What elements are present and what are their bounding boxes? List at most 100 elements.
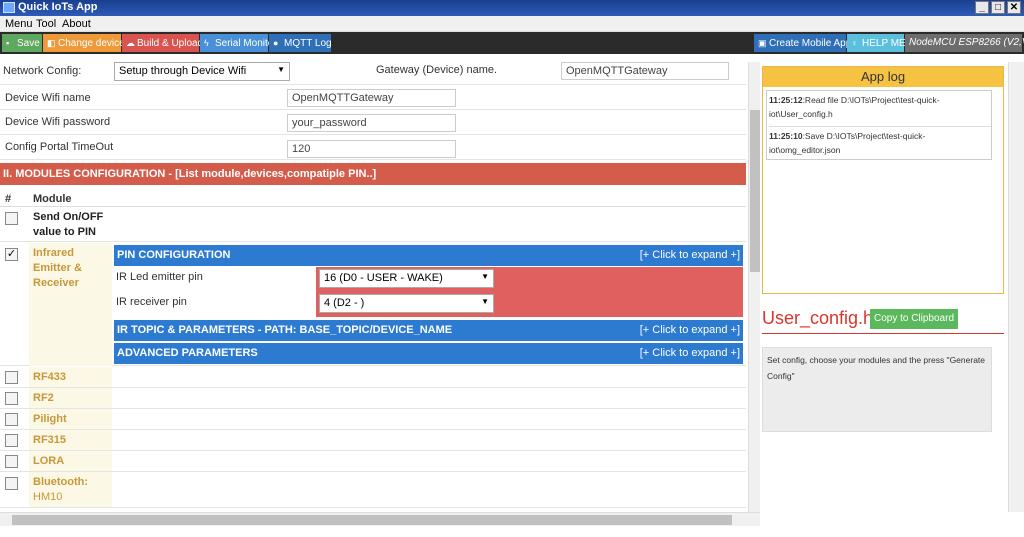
- network-row: Network Config: Setup through Device Wif…: [0, 62, 746, 85]
- wifi-password-row: Device Wifi password your_password: [0, 111, 746, 135]
- chat-icon: ●: [273, 38, 279, 48]
- minimize-icon[interactable]: _: [975, 1, 989, 14]
- infrared-checkbox[interactable]: ✓: [5, 248, 18, 261]
- advanced-params-bar[interactable]: ADVANCED PARAMETERS [+ Click to expand +]: [114, 343, 743, 364]
- gateway-name-input[interactable]: OpenMQTTGateway: [561, 62, 729, 80]
- change-device-button[interactable]: ◧ Change device: [43, 34, 125, 52]
- rf315-label: RF315: [33, 434, 67, 446]
- rf2-checkbox[interactable]: [5, 392, 18, 405]
- ir-receiver-select[interactable]: 4 (D2 - ) ▼: [319, 294, 494, 313]
- module-row-rf433: RF433: [0, 367, 746, 388]
- ir-led-select[interactable]: 16 (D0 - USER - WAKE) ▼: [319, 269, 494, 288]
- portal-timeout-input[interactable]: 120: [287, 140, 456, 158]
- ir-topic-bar[interactable]: IR TOPIC & PARAMETERS - PATH: BASE_TOPIC…: [114, 320, 743, 341]
- infrared-label: Infrared Emitter & Receiver: [33, 247, 82, 289]
- lora-checkbox[interactable]: [5, 455, 18, 468]
- bluetooth-label: Bluetooth:: [33, 476, 88, 488]
- module-row-pilight: Pilight: [0, 409, 746, 430]
- right-panel: App log 11:25:12:Read file D:\IOTs\Proje…: [760, 62, 1008, 512]
- ir-topic-expand[interactable]: [+ Click to expand +]: [640, 320, 740, 341]
- pilight-label: Pilight: [33, 413, 67, 425]
- network-config-select[interactable]: Setup through Device Wifi ▼: [114, 62, 290, 81]
- maximize-icon[interactable]: □: [991, 1, 1005, 14]
- portal-timeout-row: Config Portal TimeOut 120: [0, 136, 746, 160]
- wifi-password-label: Device Wifi password: [5, 116, 111, 128]
- ir-led-pin-row: IR Led emitter pin 16 (D0 - USER - WAKE)…: [114, 267, 743, 292]
- module-row-rf315: RF315: [0, 430, 746, 451]
- ir-receiver-pin-row: IR receiver pin 4 (D2 - ) ▼: [114, 292, 743, 317]
- pin-config-expand[interactable]: [+ Click to expand +]: [640, 245, 740, 266]
- main-vertical-scrollbar[interactable]: [748, 62, 760, 512]
- wifi-name-row: Device Wifi name OpenMQTTGateway: [0, 86, 746, 110]
- advanced-expand[interactable]: [+ Click to expand +]: [640, 343, 740, 364]
- gateway-name-label: Gateway (Device) name.: [376, 64, 498, 76]
- dropdown-arrow-icon: ▼: [481, 297, 489, 306]
- send-onoff-checkbox[interactable]: [5, 212, 18, 225]
- rf433-label: RF433: [33, 371, 67, 383]
- log-entry: 11:25:12:Read file D:\IOTs\Project\test-…: [769, 95, 940, 119]
- menu-item-about[interactable]: About: [62, 18, 91, 30]
- portal-timeout-label: Config Portal TimeOut: [5, 141, 114, 153]
- wifi-password-input[interactable]: your_password: [287, 114, 456, 132]
- col-module-header: Module: [33, 193, 72, 205]
- app-icon: [3, 2, 15, 13]
- divider: [762, 333, 1004, 334]
- image-icon: ▣: [758, 38, 767, 48]
- col-num-header: #: [5, 193, 12, 205]
- scroll-thumb[interactable]: [750, 110, 760, 272]
- cloud-icon: ☁: [126, 38, 135, 48]
- network-config-label: Network Config:: [3, 65, 82, 77]
- app-log-list[interactable]: 11:25:12:Read file D:\IOTs\Project\test-…: [766, 90, 992, 160]
- ir-receiver-label: IR receiver pin: [116, 296, 187, 308]
- rf2-label: RF2: [33, 392, 54, 404]
- send-onoff-label: Send On/OFF value to PIN: [33, 211, 104, 238]
- right-vertical-scrollbar[interactable]: [1008, 62, 1024, 512]
- wifi-name-input[interactable]: OpenMQTTGateway: [287, 89, 456, 107]
- user-config-title: User_config.h: [762, 308, 874, 328]
- toolbar: ▪ Save ◧ Change device ☁ Build & Upload ϟ Se…: [0, 32, 1024, 54]
- app-log-panel: App log 11:25:12:Read file D:\IOTs\Proje…: [762, 66, 1004, 294]
- window-titlebar: Quick IoTs App _ □ ✕: [0, 0, 1024, 16]
- scroll-thumb[interactable]: [12, 515, 732, 525]
- main-config-panel: Network Config: Setup through Device Wif…: [0, 62, 746, 537]
- dropdown-arrow-icon: ▼: [481, 272, 489, 281]
- app-log-title: App log: [763, 67, 1003, 87]
- bulb-icon: ♀: [851, 38, 858, 48]
- main-horizontal-scrollbar[interactable]: [0, 512, 760, 526]
- dropdown-arrow-icon: ▼: [277, 65, 285, 74]
- save-button[interactable]: ▪ Save: [2, 34, 42, 52]
- modules-section-header: II. MODULES CONFIGURATION - [List module…: [0, 163, 746, 185]
- rf315-checkbox[interactable]: [5, 434, 18, 447]
- mqtt-log-button[interactable]: ● MQTT Log: [269, 34, 332, 52]
- create-mobile-app-button[interactable]: ▣ Create Mobile App: [754, 34, 851, 52]
- menu-item-menu[interactable]: Menu: [5, 18, 33, 30]
- pin-config-bar[interactable]: PIN CONFIGURATION [+ Click to expand +]: [114, 245, 743, 266]
- help-me-button[interactable]: ♀ HELP ME!: [847, 34, 909, 52]
- copy-clipboard-button[interactable]: Copy to Clipboard: [870, 309, 958, 329]
- module-row-send-onoff: Send On/OFF value to PIN: [0, 208, 746, 242]
- menu-bar: Menu Tool About: [0, 16, 1024, 32]
- log-entry: 11:25:10:Save D:\IOTs\Project\test-quick…: [769, 126, 991, 157]
- rf433-checkbox[interactable]: [5, 371, 18, 384]
- pilight-checkbox[interactable]: [5, 413, 18, 426]
- bluetooth-checkbox[interactable]: [5, 477, 18, 490]
- modules-table-header: # Module: [0, 189, 746, 207]
- menu-item-tool[interactable]: Tool: [36, 18, 56, 30]
- wifi-name-label: Device Wifi name: [5, 92, 91, 104]
- device-icon: ◧: [47, 38, 56, 48]
- serial-monitor-button[interactable]: ϟ Serial Monitor: [200, 34, 277, 52]
- module-row-bluetooth: Bluetooth: HM10: [0, 472, 746, 508]
- save-icon: ▪: [6, 38, 10, 48]
- build-upload-button[interactable]: ☁ Build & Upload: [122, 34, 203, 52]
- module-row-lora: LORA: [0, 451, 746, 472]
- lora-label: LORA: [33, 455, 65, 467]
- module-row-infrared: ✓ Infrared Emitter & Receiver PIN CONFIG…: [0, 243, 746, 366]
- bluetooth-sublabel: HM10: [33, 491, 63, 503]
- window-title: Quick IoTs App: [18, 1, 98, 13]
- module-row-rf2: RF2: [0, 388, 746, 409]
- user-config-output[interactable]: Set config, choose your modules and the …: [762, 347, 992, 432]
- device-badge: NodeMCU ESP8266 (V2,V3): [905, 34, 1024, 52]
- close-icon[interactable]: ✕: [1007, 1, 1021, 14]
- ir-led-label: IR Led emitter pin: [116, 271, 203, 283]
- bolt-icon: ϟ: [204, 38, 209, 48]
